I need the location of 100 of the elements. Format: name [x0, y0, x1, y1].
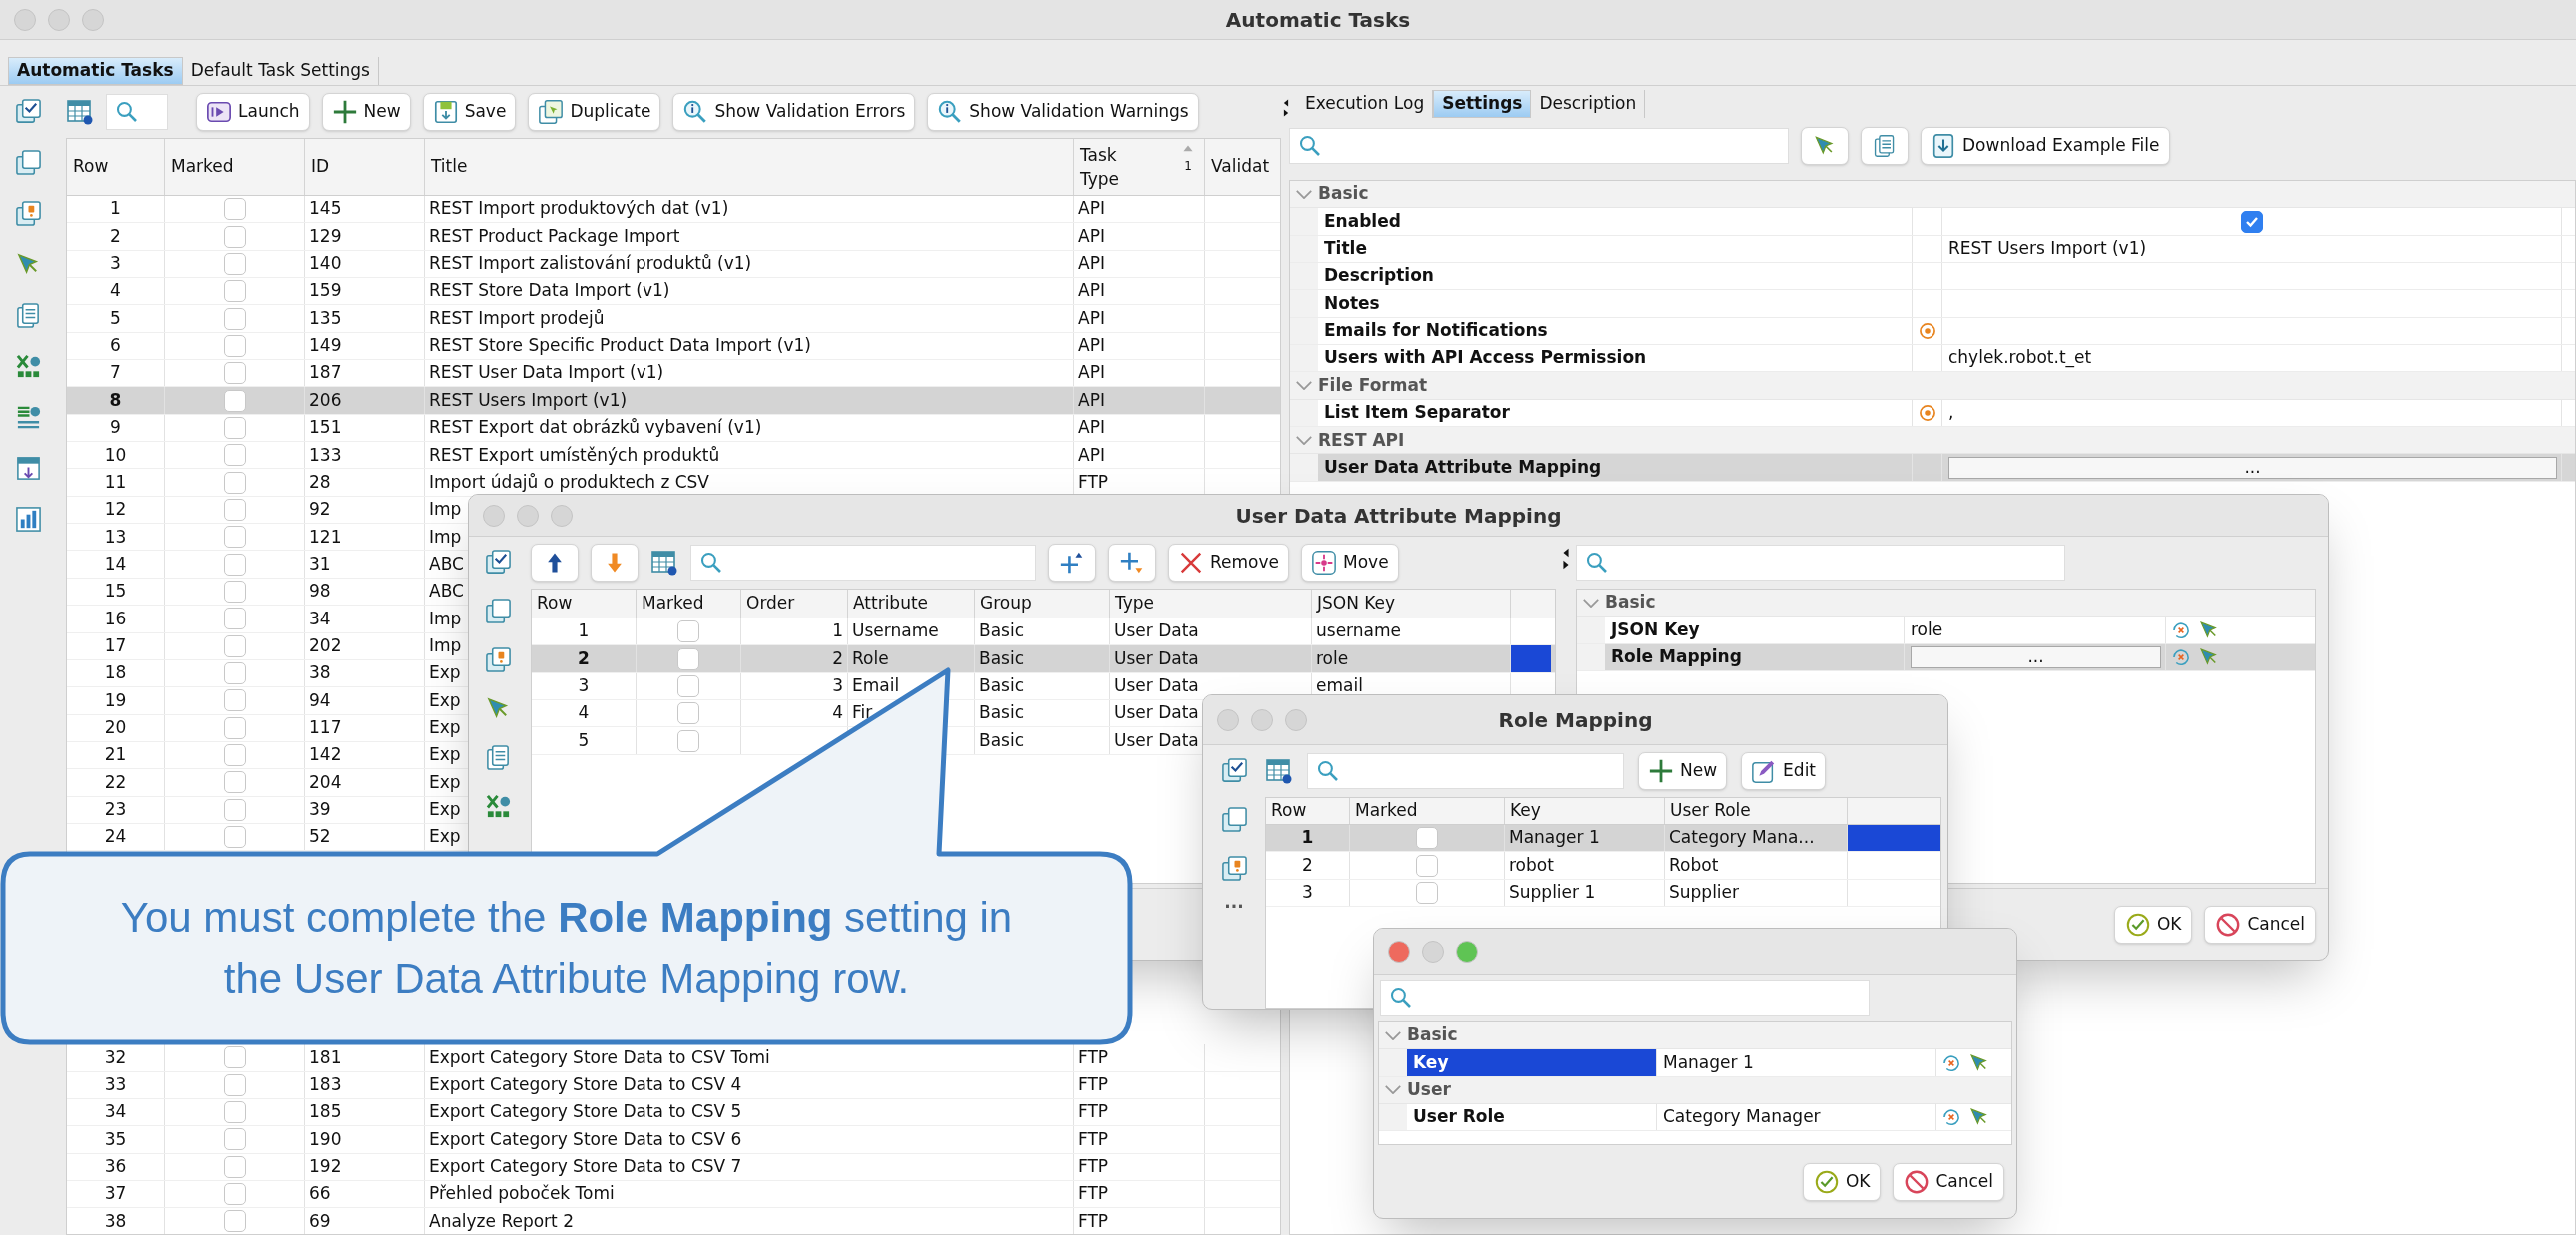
- toolbar-button[interactable]: Show Validation Warnings: [927, 93, 1199, 131]
- column-header[interactable]: User Role: [1665, 798, 1848, 824]
- column-header[interactable]: Group: [975, 590, 1110, 618]
- table-row[interactable]: 35 190 Export Category Store Data to CSV 6 FTP: [67, 1126, 1280, 1154]
- table-row[interactable]: 2 2 Role Basic User Data role: [532, 645, 1555, 673]
- more-button[interactable]: ...: [1224, 894, 1244, 911]
- table-settings-icon[interactable]: [1265, 757, 1293, 785]
- column-header[interactable]: Attribute: [848, 590, 975, 618]
- column-header[interactable]: Row: [1266, 798, 1350, 824]
- checkbox[interactable]: [223, 1073, 246, 1096]
- close-button[interactable]: [1217, 708, 1239, 731]
- checkbox[interactable]: [1416, 854, 1438, 877]
- property-row[interactable]: Enabled: [1290, 208, 2575, 236]
- column-header[interactable]: Validat: [1205, 139, 1280, 195]
- close-button[interactable]: [14, 8, 36, 31]
- checkbox[interactable]: [223, 498, 246, 521]
- toolbar-button[interactable]: Show Validation Errors: [672, 93, 916, 131]
- column-header[interactable]: Marked: [637, 590, 741, 618]
- tab[interactable]: Settings: [1433, 90, 1532, 118]
- copy-icon[interactable]: [1220, 806, 1248, 833]
- property-row[interactable]: Emails for Notifications: [1290, 317, 2575, 346]
- table-row[interactable]: 2 robot Robot: [1266, 852, 1940, 880]
- pointer-icon[interactable]: [2198, 618, 2220, 641]
- property-row[interactable]: Key Manager 1: [1379, 1049, 2011, 1077]
- checkbox[interactable]: [223, 280, 246, 303]
- help-document-icon[interactable]: [1220, 855, 1248, 882]
- search-field[interactable]: [106, 94, 168, 130]
- toolbar-button[interactable]: Duplicate: [528, 93, 661, 131]
- property-row[interactable]: Title REST Users Import (v1): [1290, 235, 2575, 264]
- tab[interactable]: Automatic Tasks: [8, 57, 183, 85]
- table-row[interactable]: 9 151 REST Export dat obrázků vybavení (v1) API: [67, 414, 1280, 443]
- column-header[interactable]: Task Type 1: [1074, 139, 1205, 195]
- checkbox[interactable]: [1416, 881, 1438, 904]
- tab[interactable]: Description: [1531, 90, 1646, 118]
- minimize-button[interactable]: [1251, 708, 1273, 731]
- pointer-icon[interactable]: [1968, 1051, 1990, 1074]
- table-row[interactable]: 3 140 REST Import zalistování produktů (v1) API: [67, 250, 1280, 279]
- checkbox[interactable]: [1416, 827, 1438, 850]
- checkbox[interactable]: [223, 252, 246, 275]
- checked-list-icon[interactable]: [1220, 757, 1248, 784]
- search-field[interactable]: [1289, 128, 1789, 164]
- property-row[interactable]: Description: [1290, 263, 2575, 291]
- column-header[interactable]: Row: [532, 590, 637, 618]
- zoom-button[interactable]: [1285, 708, 1307, 731]
- toolbar-button[interactable]: New: [1638, 752, 1728, 790]
- checkbox[interactable]: [677, 674, 699, 697]
- table-row[interactable]: 4 159 REST Store Data Import (v1) API: [67, 278, 1280, 306]
- tab[interactable]: Default Task Settings: [182, 57, 379, 85]
- help-document-icon[interactable]: [484, 646, 512, 673]
- property-row[interactable]: List Item Separator ,: [1290, 399, 2575, 428]
- checkbox[interactable]: [223, 225, 246, 248]
- document-list-icon[interactable]: [14, 302, 42, 329]
- checkbox[interactable]: [223, 471, 246, 494]
- toolbar-button[interactable]: Launch: [196, 93, 310, 131]
- ellipsis-button[interactable]: ...: [1948, 456, 2557, 479]
- table-row[interactable]: 1 Manager 1 Category Mana...: [1266, 825, 1940, 853]
- search-field[interactable]: [690, 545, 1036, 581]
- search-field[interactable]: [1307, 753, 1624, 789]
- checkbox[interactable]: [223, 1183, 246, 1206]
- cancel-button[interactable]: Cancel: [1893, 1162, 2004, 1201]
- icon-button[interactable]: [1108, 544, 1156, 582]
- checkbox[interactable]: [677, 620, 699, 643]
- minimize-button[interactable]: [517, 504, 539, 527]
- icon-button[interactable]: [1861, 127, 1909, 165]
- icon-button[interactable]: [1801, 127, 1849, 165]
- table-row[interactable]: 36 192 Export Category Store Data to CSV 7 FTP: [67, 1153, 1280, 1181]
- checkbox[interactable]: [677, 647, 699, 670]
- table-row[interactable]: 7 187 REST User Data Import (v1) API: [67, 360, 1280, 388]
- checkbox[interactable]: [223, 716, 246, 739]
- property-row[interactable]: Role Mapping ...: [1577, 643, 2315, 672]
- column-header[interactable]: Marked: [1350, 798, 1505, 824]
- zoom-button[interactable]: [1456, 940, 1478, 963]
- minimize-button[interactable]: [48, 8, 70, 31]
- table-row[interactable]: 5 135 REST Import prodejů API: [67, 305, 1280, 333]
- bar-chart-icon[interactable]: [14, 506, 42, 533]
- ok-button[interactable]: OK: [2113, 905, 2193, 944]
- icon-button[interactable]: [1048, 544, 1096, 582]
- spreadsheet-icon[interactable]: [14, 353, 42, 380]
- checkbox[interactable]: [2240, 210, 2263, 233]
- checkbox[interactable]: [677, 729, 699, 752]
- table-row[interactable]: 3 Supplier 1 Supplier: [1266, 879, 1940, 908]
- cancel-button[interactable]: Cancel: [2204, 905, 2316, 944]
- checkbox[interactable]: [223, 553, 246, 576]
- checkbox[interactable]: [223, 581, 246, 603]
- column-header[interactable]: Key: [1505, 798, 1665, 824]
- table-row[interactable]: 2 129 REST Product Package Import API: [67, 223, 1280, 251]
- ok-button[interactable]: OK: [1802, 1162, 1882, 1201]
- checkbox[interactable]: [223, 634, 246, 657]
- close-button[interactable]: [1388, 940, 1410, 963]
- help-document-icon[interactable]: [14, 200, 42, 227]
- table-row[interactable]: 32 181 Export Category Store Data to CSV Tomi FTP: [67, 1044, 1280, 1072]
- toolbar-button[interactable]: Edit: [1741, 752, 1826, 790]
- table-row[interactable]: 34 185 Export Category Store Data to CSV 5 FTP: [67, 1098, 1280, 1127]
- table-row[interactable]: 1 145 REST Import produktových dat (v1) API: [67, 196, 1280, 224]
- table-row[interactable]: 33 183 Export Category Store Data to CSV 4 FTP: [67, 1071, 1280, 1099]
- document-list-icon[interactable]: [484, 744, 512, 771]
- checkbox[interactable]: [677, 702, 699, 725]
- checkbox[interactable]: [223, 1128, 246, 1151]
- checkbox[interactable]: [223, 526, 246, 549]
- checkbox[interactable]: [223, 1210, 246, 1233]
